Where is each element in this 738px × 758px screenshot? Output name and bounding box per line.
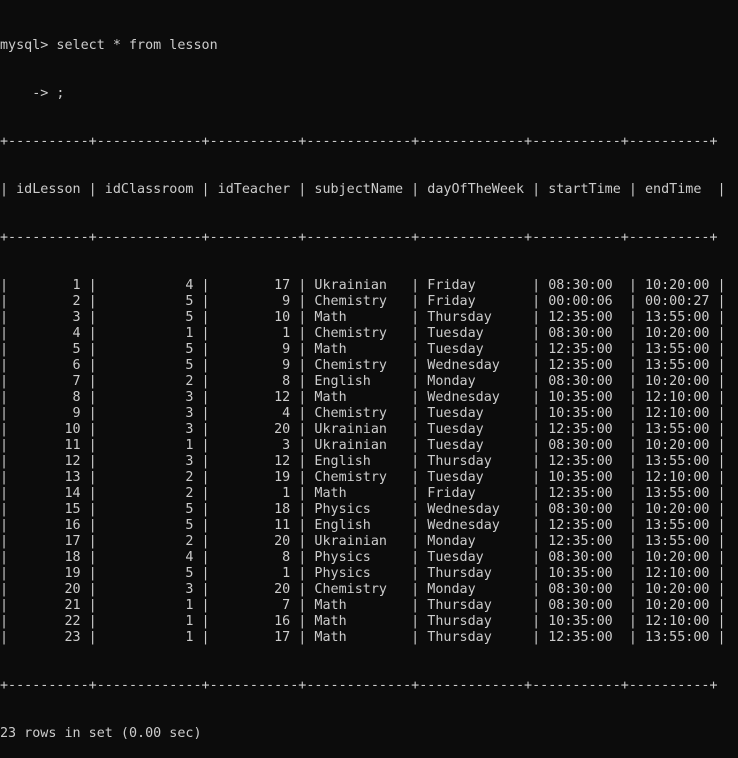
table-row: | 20 | 3 | 20 | Chemistry | Monday | 08:… [0, 582, 726, 597]
table-row: | 21 | 1 | 7 | Math | Thursday | 08:30:0… [0, 598, 726, 613]
mysql-prompt-line: mysql> select * from lesson [0, 38, 218, 53]
table-row: | 12 | 3 | 12 | English | Thursday | 12:… [0, 454, 726, 469]
table-row: | 5 | 5 | 9 | Math | Tuesday | 12:35:00 … [0, 342, 726, 357]
table-row: | 14 | 2 | 1 | Math | Friday | 12:35:00 … [0, 486, 726, 501]
table-row: | 11 | 1 | 3 | Ukrainian | Tuesday | 08:… [0, 438, 726, 453]
table-row: | 1 | 4 | 17 | Ukrainian | Friday | 08:3… [0, 278, 726, 293]
table-row: | 19 | 5 | 1 | Physics | Thursday | 10:3… [0, 566, 726, 581]
result-summary: 23 rows in set (0.00 sec) [0, 726, 202, 741]
table-row: | 2 | 5 | 9 | Chemistry | Friday | 00:00… [0, 294, 726, 309]
table-row: | 13 | 2 | 19 | Chemistry | Tuesday | 10… [0, 470, 726, 485]
table-border-header: +----------+-------------+-----------+--… [0, 230, 718, 245]
table-row: | 6 | 5 | 9 | Chemistry | Wednesday | 12… [0, 358, 726, 373]
table-body: | 1 | 4 | 17 | Ukrainian | Friday | 08:3… [0, 278, 738, 646]
table-row: | 8 | 3 | 12 | Math | Wednesday | 10:35:… [0, 390, 726, 405]
table-row: | 3 | 5 | 10 | Math | Thursday | 12:35:0… [0, 310, 726, 325]
table-border-top: +----------+-------------+-----------+--… [0, 134, 718, 149]
table-row: | 23 | 1 | 17 | Math | Thursday | 12:35:… [0, 630, 726, 645]
terminal-output: mysql> select * from lesson -> ; +------… [0, 6, 738, 758]
table-row: | 9 | 3 | 4 | Chemistry | Tuesday | 10:3… [0, 406, 726, 421]
table-row: | 15 | 5 | 18 | Physics | Wednesday | 08… [0, 502, 726, 517]
table-row: | 10 | 3 | 20 | Ukrainian | Tuesday | 12… [0, 422, 726, 437]
table-row: | 18 | 4 | 8 | Physics | Tuesday | 08:30… [0, 550, 726, 565]
table-row: | 22 | 1 | 16 | Math | Thursday | 10:35:… [0, 614, 726, 629]
table-row: | 17 | 2 | 20 | Ukrainian | Monday | 12:… [0, 534, 726, 549]
table-row: | 4 | 1 | 1 | Chemistry | Tuesday | 08:3… [0, 326, 726, 341]
table-border-bottom: +----------+-------------+-----------+--… [0, 678, 718, 693]
table-header-row: | idLesson | idClassroom | idTeacher | s… [0, 182, 726, 197]
continuation-prompt-line: -> ; [0, 86, 65, 101]
table-row: | 16 | 5 | 11 | English | Wednesday | 12… [0, 518, 726, 533]
table-row: | 7 | 2 | 8 | English | Monday | 08:30:0… [0, 374, 726, 389]
